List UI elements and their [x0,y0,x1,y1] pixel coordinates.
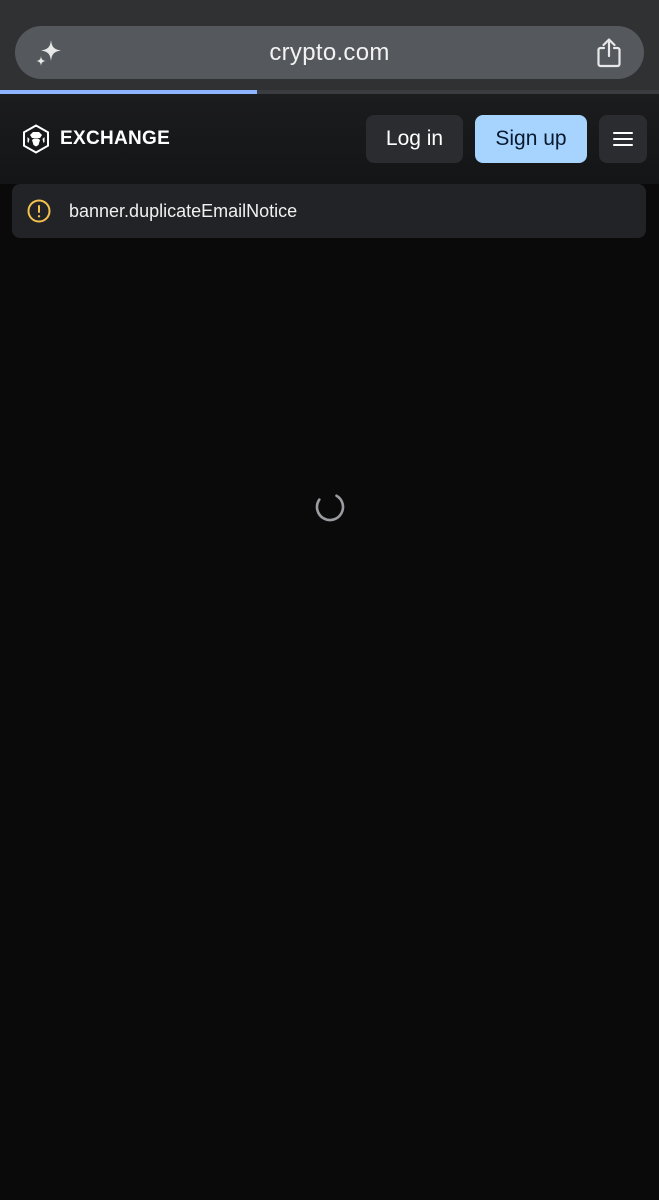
sparkle-icon[interactable] [33,37,65,69]
site-header: EXCHANGE Log in Sign up [0,94,659,184]
main-content [0,238,659,1200]
loading-spinner-icon [315,492,345,522]
address-bar[interactable]: crypto.com [15,26,644,79]
login-button[interactable]: Log in [366,115,463,163]
warning-circle-icon [27,199,51,223]
crypto-lion-shield-logo-icon [23,124,49,154]
url-text[interactable]: crypto.com [269,39,389,67]
duplicate-email-notice-banner: banner.duplicateEmailNotice [12,184,646,238]
browser-chrome: crypto.com [0,0,659,94]
signup-button[interactable]: Sign up [475,115,587,163]
menu-button[interactable] [599,115,647,163]
brand-logo[interactable]: EXCHANGE [22,124,170,154]
notice-text: banner.duplicateEmailNotice [69,200,298,221]
brand-text: EXCHANGE [60,128,171,149]
share-icon[interactable] [594,37,624,69]
hamburger-menu-icon [613,132,633,146]
